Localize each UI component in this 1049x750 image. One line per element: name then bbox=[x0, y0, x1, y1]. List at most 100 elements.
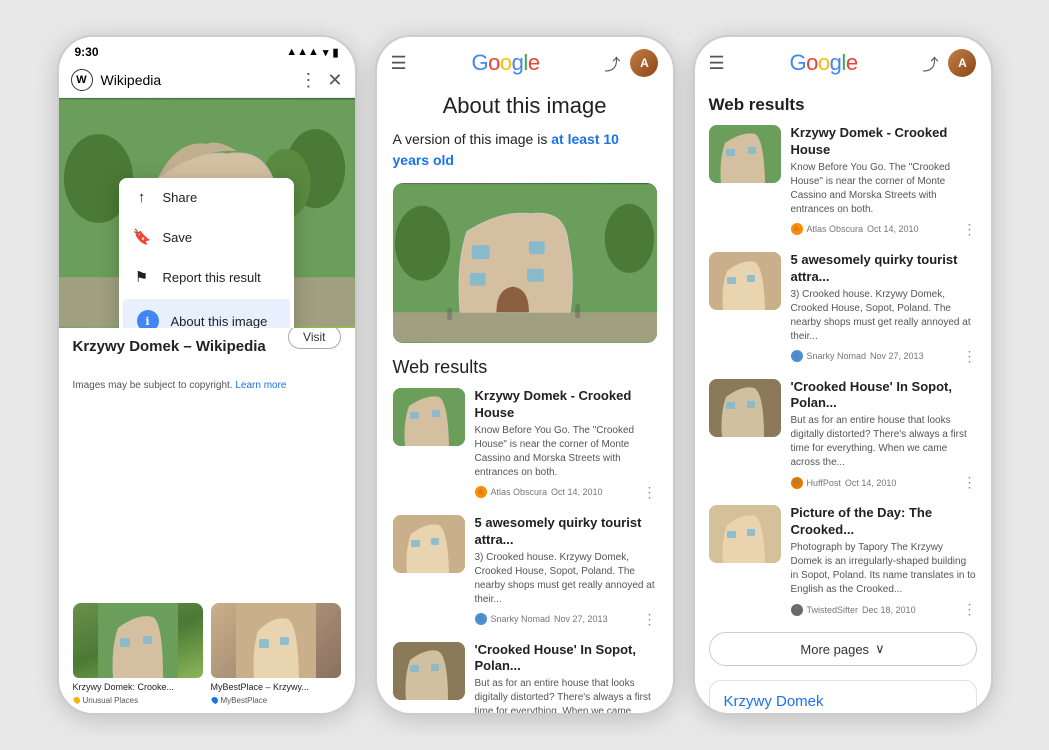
p3-result-item-4[interactable]: Picture of the Day: The Crooked... Photo… bbox=[709, 505, 977, 618]
visit-button[interactable]: Visit bbox=[288, 325, 340, 349]
context-menu: ↑ Share 🔖 Save ⚑ Report this result ℹ Ab… bbox=[119, 178, 294, 328]
p3-result-thumb-3 bbox=[709, 379, 781, 437]
p3-source-name-1: Atlas Obscura bbox=[807, 224, 864, 234]
p3-result-meta-1: A Atlas Obscura Oct 14, 2010 ⋮ bbox=[791, 221, 977, 238]
p3-source-dot-2: S bbox=[791, 350, 803, 362]
p3-result-more-1[interactable]: ⋮ bbox=[963, 221, 977, 238]
result-info-3: 'Crooked House' In Sopot, Polan... But a… bbox=[475, 642, 657, 713]
result-desc-1: Know Before You Go. The "Crooked House" … bbox=[475, 424, 657, 480]
more-pages-button[interactable]: More pages ∨ bbox=[709, 632, 977, 666]
building-svg-2 bbox=[393, 183, 657, 343]
g-letter-6: e bbox=[528, 50, 540, 75]
chevron-down-icon: ∨ bbox=[875, 641, 885, 657]
share-menu-icon: ↑ bbox=[133, 189, 151, 206]
save-label: Save bbox=[163, 230, 193, 245]
p3-result-desc-1: Know Before You Go. The "Crooked House" … bbox=[791, 161, 977, 217]
thumbnail-1[interactable]: Krzywy Domek: Crooke... Unusual Places bbox=[73, 603, 203, 705]
image-area: ↑ Share 🔖 Save ⚑ Report this result ℹ Ab… bbox=[59, 98, 355, 328]
phone2-header: ☰ Google ⤴ A bbox=[377, 37, 673, 83]
p3-source-dot-4: T bbox=[791, 604, 803, 616]
p3-result-meta-4: T TwistedSifter Dec 18, 2010 ⋮ bbox=[791, 601, 977, 618]
phone-1: 9:30 ▲▲▲ ▾ ▮ W Wikipedia ⋮ ✕ bbox=[57, 35, 357, 715]
result-desc-3: But as for an entire house that looks di… bbox=[475, 677, 657, 713]
result-meta-1: A Atlas Obscura Oct 14, 2010 ⋮ bbox=[475, 484, 657, 501]
result-title-1: Krzywy Domek - Crooked House bbox=[475, 388, 657, 422]
wifi-icon: ▾ bbox=[323, 46, 329, 59]
result-info-area: Krzywy Domek – Wikipedia Visit Images ma… bbox=[59, 328, 355, 595]
about-subtitle-pre: A version of this image is bbox=[393, 131, 552, 147]
learn-more-link[interactable]: Learn more bbox=[235, 380, 286, 391]
phone3-content[interactable]: Web results Krzywy Domek - Crooked House… bbox=[695, 83, 991, 713]
p3-result-more-3[interactable]: ⋮ bbox=[963, 474, 977, 491]
result-more-2[interactable]: ⋮ bbox=[643, 611, 657, 628]
share-icon-2[interactable]: ⤴ bbox=[604, 51, 620, 75]
avatar-2[interactable]: A bbox=[630, 49, 658, 77]
wiki-section-title: Krzywy Domek bbox=[724, 693, 962, 710]
p3-result-more-4[interactable]: ⋮ bbox=[963, 601, 977, 618]
p3-result-thumb-1 bbox=[709, 125, 781, 183]
source-date-1: Oct 14, 2010 bbox=[551, 487, 603, 497]
source-name-1: Atlas Obscura bbox=[491, 487, 548, 497]
result-thumb-1 bbox=[393, 388, 465, 446]
g-letter-2: o bbox=[488, 50, 500, 75]
p3-source-date-2: Nov 27, 2013 bbox=[870, 351, 924, 361]
p3-result-item-2[interactable]: 5 awesomely quirky tourist attra... 3) C… bbox=[709, 252, 977, 365]
phone-3: ☰ Google ⤴ A Web results Krzywy Domek - … bbox=[693, 35, 993, 715]
result-item-1[interactable]: Krzywy Domek - Crooked House Know Before… bbox=[393, 388, 657, 501]
more-options-icon[interactable]: ⋮ bbox=[299, 70, 317, 91]
g-letter-1: G bbox=[472, 50, 489, 75]
result-title-2: 5 awesomely quirky tourist attra... bbox=[475, 515, 657, 549]
phone2-content[interactable]: About this image A version of this image… bbox=[377, 83, 673, 713]
result-more-1[interactable]: ⋮ bbox=[643, 484, 657, 501]
about-title: About this image bbox=[393, 93, 657, 119]
p3-source-date-1: Oct 14, 2010 bbox=[867, 224, 919, 234]
share-label: Share bbox=[163, 190, 198, 205]
p3-result-info-4: Picture of the Day: The Crooked... Photo… bbox=[791, 505, 977, 618]
thumb-image-1 bbox=[73, 603, 203, 678]
wikipedia-icon: W bbox=[71, 69, 93, 91]
p3-result-title-1: Krzywy Domek - Crooked House bbox=[791, 125, 977, 159]
source-date-2: Nov 27, 2013 bbox=[554, 614, 608, 624]
p3-result-more-2[interactable]: ⋮ bbox=[963, 348, 977, 365]
close-icon[interactable]: ✕ bbox=[327, 70, 342, 91]
menu-item-report[interactable]: ⚑ Report this result bbox=[119, 257, 294, 297]
menu-item-about-image[interactable]: ℹ About this image bbox=[123, 299, 290, 328]
thumbnail-2[interactable]: MyBestPlace – Krzywy... MyBestPlace bbox=[211, 603, 341, 705]
google-logo-2: Google bbox=[472, 50, 540, 76]
p3-result-item-1[interactable]: Krzywy Domek - Crooked House Know Before… bbox=[709, 125, 977, 238]
thumb-1-source: Unusual Places bbox=[73, 696, 203, 705]
menu-item-share[interactable]: ↑ Share bbox=[119, 178, 294, 217]
result-desc-2: 3) Crooked house. Krzywy Domek, Crooked … bbox=[475, 551, 657, 607]
p3-source-dot-3: H bbox=[791, 477, 803, 489]
result-info-1: Krzywy Domek - Crooked House Know Before… bbox=[475, 388, 657, 501]
signal-icon: ▲▲▲ bbox=[286, 46, 319, 58]
hamburger-icon-2[interactable]: ☰ bbox=[391, 53, 407, 74]
phone3-header: ☰ Google ⤴ A bbox=[695, 37, 991, 83]
p3-result-item-3[interactable]: 'Crooked House' In Sopot, Polan... But a… bbox=[709, 379, 977, 492]
web-results-title-2: Web results bbox=[393, 357, 657, 378]
p3-result-info-2: 5 awesomely quirky tourist attra... 3) C… bbox=[791, 252, 977, 365]
copyright-notice: Images may be subject to copyright. Lear… bbox=[73, 380, 341, 391]
phone3-header-icons: ⤴ A bbox=[922, 49, 976, 77]
phone1-toolbar: W Wikipedia ⋮ ✕ bbox=[59, 63, 355, 98]
hamburger-icon-3[interactable]: ☰ bbox=[709, 53, 725, 74]
thumb-2-label: MyBestPlace – Krzywy... bbox=[211, 682, 341, 694]
toolbar-icons: ⋮ ✕ bbox=[299, 70, 342, 91]
phone2-header-icons: ⤴ A bbox=[604, 49, 658, 77]
about-image-label: About this image bbox=[171, 314, 268, 329]
p3-result-desc-4: Photograph by Tapory The Krzywy Domek is… bbox=[791, 541, 977, 597]
result-item-2[interactable]: 5 awesomely quirky tourist attra... 3) C… bbox=[393, 515, 657, 628]
result-info-2: 5 awesomely quirky tourist attra... 3) C… bbox=[475, 515, 657, 628]
p3-source-name-3: HuffPost bbox=[807, 478, 841, 488]
status-icons: ▲▲▲ ▾ ▮ bbox=[286, 46, 338, 59]
about-subtitle: A version of this image is at least 10 y… bbox=[393, 129, 657, 171]
google-logo-3: Google bbox=[790, 50, 858, 76]
result-thumb-3 bbox=[393, 642, 465, 700]
p3-result-desc-2: 3) Crooked house. Krzywy Domek, Crooked … bbox=[791, 288, 977, 344]
avatar-3[interactable]: A bbox=[948, 49, 976, 77]
p3-source-date-3: Oct 14, 2010 bbox=[845, 478, 897, 488]
result-item-3[interactable]: 'Crooked House' In Sopot, Polan... But a… bbox=[393, 642, 657, 713]
about-image-active-icon: ℹ bbox=[137, 310, 159, 328]
menu-item-save[interactable]: 🔖 Save bbox=[119, 217, 294, 257]
share-icon-3[interactable]: ⤴ bbox=[922, 51, 938, 75]
